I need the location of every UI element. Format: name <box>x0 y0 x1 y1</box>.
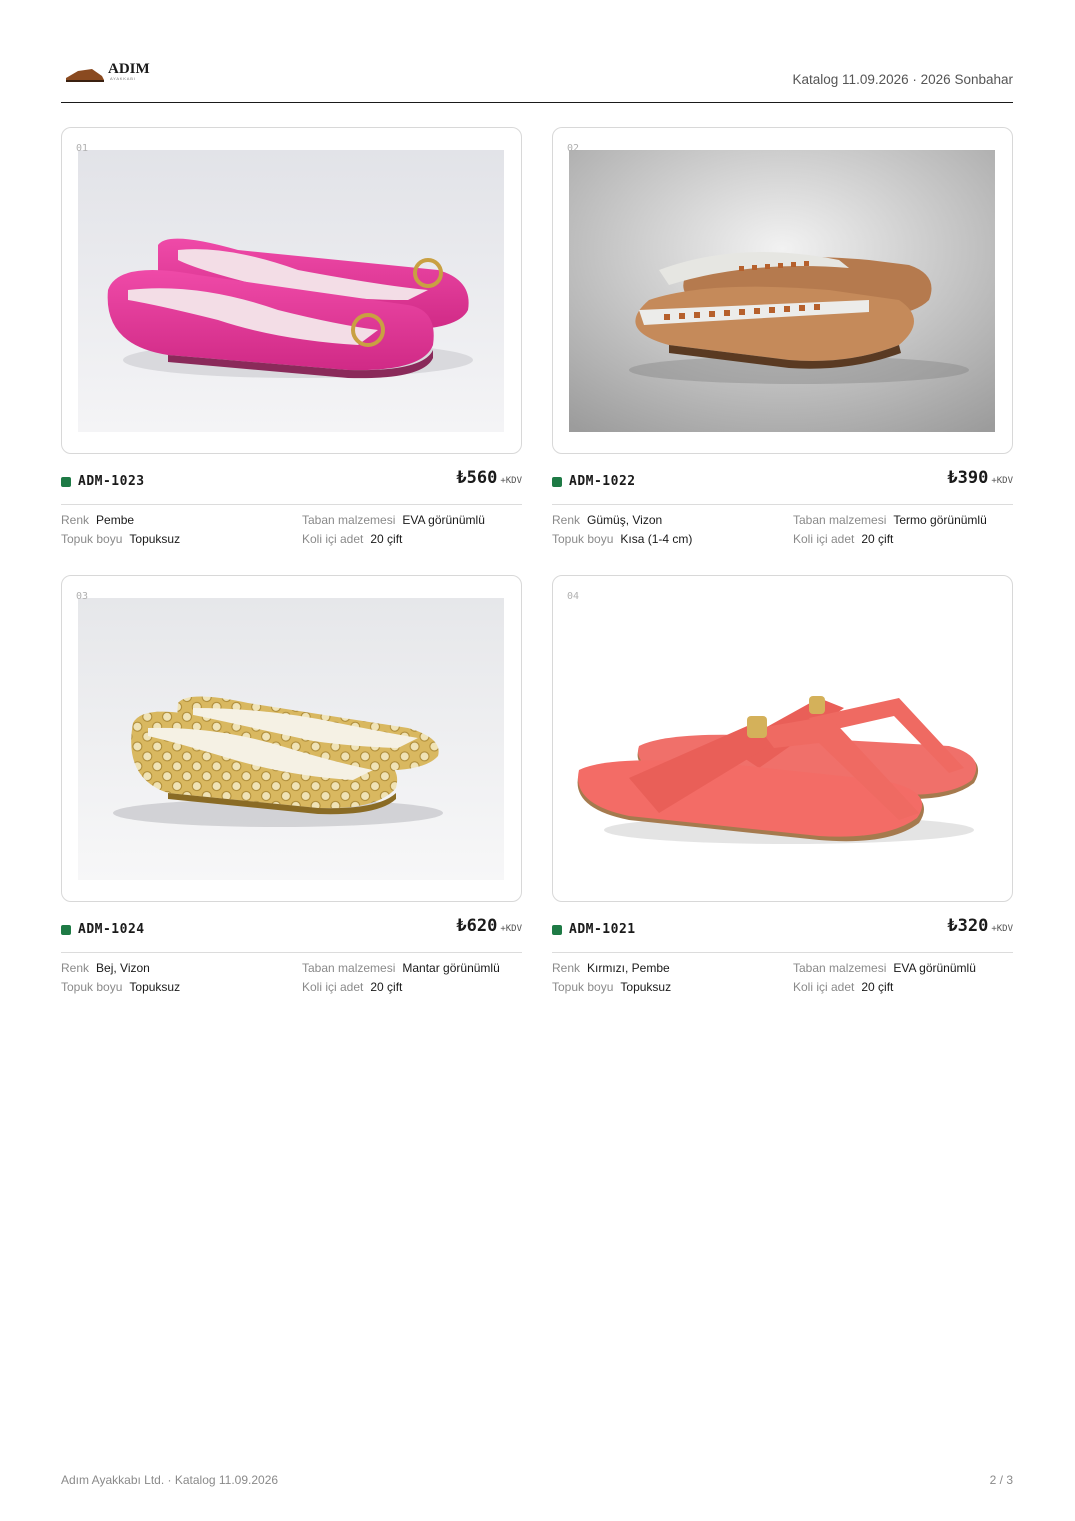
spec-value: Mantar görünümlü <box>402 961 500 975</box>
spec-label: Topuk boyu <box>552 532 614 546</box>
spec-value: EVA görünümlü <box>893 961 976 975</box>
spec-sole: Taban malzemesi EVA görünümlü <box>793 961 976 975</box>
brand-logo: ADIM AYAKKABI <box>64 58 160 86</box>
spec-pack: Koli içi adet 20 çift <box>302 532 402 546</box>
pink-ballet-flat-photo <box>78 150 504 432</box>
price-block: ₺620 +KDV <box>456 916 522 936</box>
product-photo-frame[interactable]: 01 <box>61 127 522 454</box>
product-header-row: ADM-1024 ₺620 +KDV <box>61 916 522 953</box>
spec-value: Pembe <box>96 513 135 527</box>
page-number: 2 / 3 <box>989 1473 1013 1487</box>
product-price: ₺560 <box>456 468 498 488</box>
spec-label: Koli içi adet <box>793 532 855 546</box>
gold-perforated-flat-photo <box>78 598 504 880</box>
stock-status-dot <box>61 477 71 487</box>
spec-label: Koli içi adet <box>302 532 364 546</box>
vat-note: +KDV <box>991 476 1013 486</box>
spec-label: Taban malzemesi <box>793 961 887 975</box>
price-block: ₺390 +KDV <box>947 468 1013 488</box>
spec-label: Topuk boyu <box>552 980 614 994</box>
product-header-row: ADM-1022 ₺390 +KDV <box>552 468 1013 505</box>
spec-value: 20 çift <box>861 532 894 546</box>
spec-value: Kırmızı, Pembe <box>587 961 670 975</box>
spec-value: 20 çift <box>861 980 894 994</box>
vat-note: +KDV <box>991 924 1013 934</box>
price-block: ₺560 +KDV <box>456 468 522 488</box>
spec-heel: Topuk boyu Kısa (1-4 cm) <box>552 532 692 546</box>
spec-label: Taban malzemesi <box>793 513 887 527</box>
spec-pack: Koli içi adet 20 çift <box>793 532 893 546</box>
spec-heel: Topuk boyu Topuksuz <box>61 532 180 546</box>
product-photo-frame[interactable]: 03 <box>61 575 522 902</box>
spec-label: Koli içi adet <box>302 980 364 994</box>
spec-sole: Taban malzemesi Mantar görünümlü <box>302 961 500 975</box>
spec-color: Renk Gümüş, Vizon <box>552 513 662 527</box>
spec-value: Termo görünümlü <box>893 513 987 527</box>
spec-label: Renk <box>61 513 90 527</box>
spec-label: Renk <box>61 961 90 975</box>
meta-separator: · <box>912 72 917 87</box>
spec-color: Renk Pembe <box>61 513 134 527</box>
spec-label: Topuk boyu <box>61 532 123 546</box>
coral-thong-sandal-photo <box>569 598 995 880</box>
spec-sole: Taban malzemesi Termo görünümlü <box>793 513 987 527</box>
product-header-row: ADM-1021 ₺320 +KDV <box>552 916 1013 953</box>
studded-flip-flop-photo <box>569 150 995 432</box>
spec-color: Renk Kırmızı, Pembe <box>552 961 670 975</box>
stock-status-dot <box>552 925 562 935</box>
product-index: 02 <box>567 143 580 154</box>
footer-company: Adım Ayakkabı Ltd. · Katalog 11.09.2026 <box>61 1473 279 1487</box>
product-sku: ADM-1022 <box>569 474 636 489</box>
catalog-date: Katalog 11.09.2026 <box>792 72 909 87</box>
spec-pack: Koli içi adet 20 çift <box>302 980 402 994</box>
spec-value: Bej, Vizon <box>96 961 150 975</box>
spec-value: 20 çift <box>370 532 403 546</box>
spec-value: Topuksuz <box>620 980 672 994</box>
product-index: 03 <box>76 591 89 602</box>
spec-value: Topuksuz <box>129 980 181 994</box>
stock-status-dot <box>61 925 71 935</box>
vat-note: +KDV <box>500 476 522 486</box>
brand-tagline: AYAKKABI <box>110 76 136 81</box>
product-sku: ADM-1024 <box>78 922 145 937</box>
brand-name: ADIM <box>108 61 150 77</box>
spec-heel: Topuk boyu Topuksuz <box>61 980 180 994</box>
page-header: ADIM AYAKKABI Katalog 11.09.2026 · 2026 … <box>61 56 1013 103</box>
product-price: ₺390 <box>947 468 989 488</box>
price-block: ₺320 +KDV <box>947 916 1013 936</box>
spec-heel: Topuk boyu Topuksuz <box>552 980 671 994</box>
spec-label: Taban malzemesi <box>302 961 396 975</box>
spec-color: Renk Bej, Vizon <box>61 961 150 975</box>
product-photo-frame[interactable]: 02 <box>552 127 1013 454</box>
spec-value: EVA görünümlü <box>402 513 485 527</box>
product-price: ₺320 <box>947 916 989 936</box>
spec-label: Taban malzemesi <box>302 513 396 527</box>
spec-pack: Koli içi adet 20 çift <box>793 980 893 994</box>
product-sku: ADM-1021 <box>569 922 636 937</box>
vat-note: +KDV <box>500 924 522 934</box>
product-index: 01 <box>76 143 89 154</box>
catalog-meta: Katalog 11.09.2026 · 2026 Sonbahar <box>793 72 1013 87</box>
catalog-season: 2026 Sonbahar <box>920 72 1013 87</box>
spec-value: Kısa (1-4 cm) <box>620 532 693 546</box>
spec-value: Topuksuz <box>129 532 181 546</box>
spec-value: Gümüş, Vizon <box>587 513 663 527</box>
spec-label: Renk <box>552 513 581 527</box>
spec-label: Topuk boyu <box>61 980 123 994</box>
product-header-row: ADM-1023 ₺560 +KDV <box>61 468 522 505</box>
product-price: ₺620 <box>456 916 498 936</box>
stock-status-dot <box>552 477 562 487</box>
product-photo-frame[interactable]: 04 <box>552 575 1013 902</box>
product-index: 04 <box>567 591 580 602</box>
spec-label: Koli içi adet <box>793 980 855 994</box>
spec-label: Renk <box>552 961 581 975</box>
spec-value: 20 çift <box>370 980 403 994</box>
product-sku: ADM-1023 <box>78 474 145 489</box>
shoe-logo-icon: ADIM AYAKKABI <box>66 61 150 82</box>
spec-sole: Taban malzemesi EVA görünümlü <box>302 513 485 527</box>
